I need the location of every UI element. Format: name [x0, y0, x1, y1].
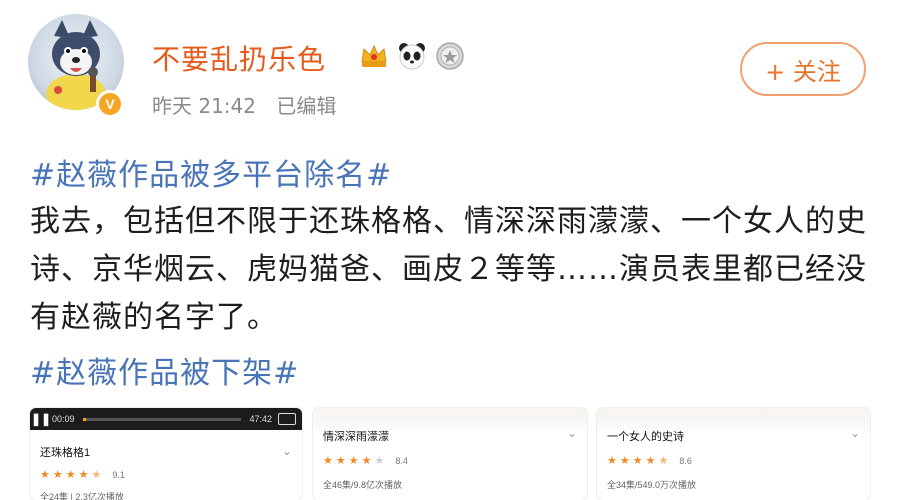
rating-score: 9.1 — [112, 469, 125, 480]
star-icon: ★ — [40, 468, 50, 481]
post-time: 昨天 21:42 — [152, 94, 256, 118]
crown-badge-icon[interactable] — [358, 40, 390, 72]
media-card-2[interactable]: 情深深雨濛濛 ⌄ ★ ★ ★ ★ ★ 8.4 全46集/9.8亿次播放 — [313, 408, 587, 500]
star-icon: ★ — [52, 468, 63, 481]
rating-score: 8.4 — [395, 455, 408, 466]
rating-score: 8.6 — [679, 455, 692, 466]
media-card-3[interactable]: 一个女人的史诗 ⌄ ★ ★ ★ ★ ★ 8.6 全34集/549.0万次播放 — [597, 408, 870, 500]
progress-bar[interactable] — [82, 417, 242, 421]
post-meta: 昨天 21:42 已编辑 — [152, 90, 350, 119]
panda-badge-icon[interactable] — [396, 40, 428, 72]
play-count: 全24集 | 2.3亿次播放 — [40, 492, 124, 500]
star-icon: ★ — [91, 468, 102, 481]
star-rating: ★ ★ ★ ★ ★ 8.4 — [323, 454, 408, 467]
star-icon: ★ — [607, 454, 617, 467]
star-icon: ★ — [323, 454, 333, 467]
chevron-down-icon[interactable]: ⌄ — [567, 426, 577, 440]
star-icon: ★ — [78, 468, 89, 481]
star-rating: ★ ★ ★ ★ ★ 9.1 — [40, 468, 125, 481]
card-title: 情深深雨濛濛 — [323, 431, 389, 443]
star-icon: ★ — [619, 454, 630, 467]
star-icon: ★ — [645, 454, 656, 467]
follow-button[interactable]: + 关注 — [740, 42, 866, 96]
play-count: 全34集/549.0万次播放 — [607, 480, 697, 490]
pause-icon[interactable]: ❚❚ — [30, 412, 52, 426]
edited-label[interactable]: 已编辑 — [276, 94, 336, 118]
hashtag-link-bottom[interactable]: #赵薇作品被下架# — [30, 348, 299, 392]
media-card-1[interactable]: ❚❚ 00:09 47:42 还珠格格1 ⌄ ★ ★ ★ ★ ★ 9.1 全24集 | 2… — [30, 408, 302, 500]
star-icon: ★ — [374, 454, 385, 467]
post-body: 我去，包括但不限于还珠格格、情深深雨濛濛、一个女人的史诗、京华烟云、虎妈猫爸、画… — [30, 204, 867, 335]
play-count: 全46集/9.8亿次播放 — [323, 480, 403, 490]
username[interactable]: 不要乱扔乐色 — [152, 38, 326, 78]
star-icon: ★ — [632, 454, 643, 467]
star-icon: ★ — [335, 454, 346, 467]
verified-badge: V — [96, 90, 124, 118]
player-current-time: 00:09 — [52, 414, 75, 424]
star-icon: ★ — [65, 468, 76, 481]
progress-fill — [82, 417, 86, 421]
medal-badge-icon[interactable] — [434, 40, 466, 72]
chevron-down-icon[interactable]: ⌄ — [850, 426, 860, 440]
star-icon: ★ — [658, 454, 669, 467]
star-icon: ★ — [361, 454, 372, 467]
card-title: 还珠格格1 — [40, 447, 91, 459]
star-rating: ★ ★ ★ ★ ★ 8.6 — [607, 454, 692, 467]
user-badges — [358, 40, 466, 72]
video-player-bar[interactable]: ❚❚ 00:09 47:42 — [30, 408, 302, 430]
player-total-time: 47:42 — [249, 414, 272, 424]
verified-mark: V — [105, 96, 115, 112]
star-icon: ★ — [348, 454, 359, 467]
card-title: 一个女人的史诗 — [607, 431, 684, 443]
chevron-down-icon[interactable]: ⌄ — [282, 444, 292, 458]
screen-toggle-icon[interactable] — [278, 413, 296, 425]
hashtag-link-top[interactable]: #赵薇作品被多平台除名# — [30, 150, 392, 194]
